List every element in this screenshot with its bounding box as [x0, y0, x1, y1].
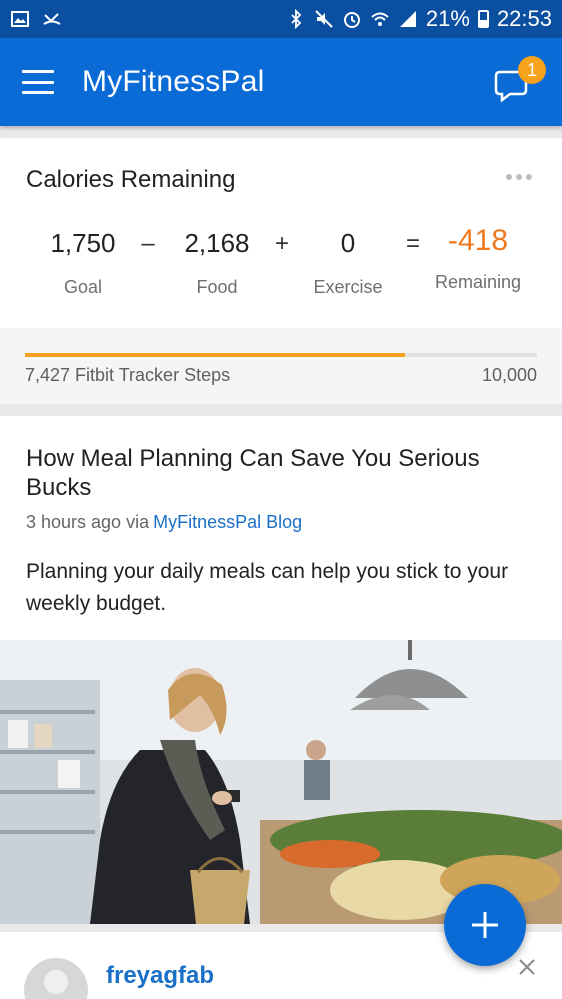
alarm-icon	[342, 9, 362, 29]
mute-icon	[314, 9, 334, 29]
remaining-column: -418 Remaining	[423, 224, 533, 293]
article-time: 3 hours ago via	[26, 512, 150, 532]
calories-equation: 1,750 Goal – 2,168 Food + 0 Exercise = -…	[0, 224, 562, 308]
notification-badge: 1	[518, 56, 546, 84]
battery-percent: 21%	[425, 6, 470, 31]
minus-operator: –	[141, 230, 155, 257]
menu-icon[interactable]	[22, 70, 54, 94]
avatar[interactable]	[24, 958, 88, 999]
article-title[interactable]: How Meal Planning Can Save You Serious B…	[26, 444, 546, 502]
food-column: 2,168 Food	[162, 228, 272, 298]
missed-call-icon	[42, 9, 62, 29]
more-options-icon[interactable]	[506, 174, 532, 180]
steps-tracker[interactable]: 7,427 Fitbit Tracker Steps 10,000	[0, 328, 562, 404]
remaining-value: -418	[447, 224, 509, 257]
clock: 22:53	[496, 6, 552, 31]
exercise-column: 0 Exercise	[293, 228, 403, 298]
article-meta: 3 hours ago via MyFitnessPal Blog	[26, 512, 302, 533]
plus-icon	[472, 912, 498, 938]
status-bar: 21% 22:53	[0, 0, 562, 38]
app-bar: MyFitnessPal 1	[0, 38, 562, 126]
add-button[interactable]	[444, 884, 526, 966]
equals-operator: =	[405, 230, 420, 257]
exercise-label: Exercise	[313, 277, 383, 297]
exercise-value: 0	[340, 228, 356, 258]
notifications-button[interactable]: 1	[492, 56, 546, 106]
article-image[interactable]	[0, 640, 562, 924]
bluetooth-icon	[286, 9, 306, 29]
article-card[interactable]: How Meal Planning Can Save You Serious B…	[0, 416, 562, 924]
calories-card[interactable]: Calories Remaining 1,750 Goal – 2,168 Fo…	[0, 138, 562, 328]
close-icon[interactable]	[516, 956, 538, 978]
food-value: 2,168	[184, 228, 250, 258]
steps-label: 7,427 Fitbit Tracker Steps	[25, 365, 231, 385]
remaining-label: Remaining	[434, 272, 522, 292]
steps-progress-bar	[25, 353, 537, 357]
food-label: Food	[196, 277, 238, 297]
article-description: Planning your daily meals can help you s…	[26, 560, 509, 615]
plus-operator: +	[274, 230, 289, 257]
steps-goal: 10,000	[481, 365, 537, 385]
steps-progress-fill	[25, 353, 406, 357]
battery-icon	[477, 10, 489, 28]
wifi-icon	[370, 9, 390, 29]
gallery-icon	[10, 9, 30, 29]
signal-icon	[398, 9, 418, 29]
goal-column: 1,750 Goal	[28, 228, 138, 298]
goal-label: Goal	[63, 277, 103, 297]
article-source-link[interactable]: MyFitnessPal Blog	[153, 512, 302, 532]
post-username[interactable]: freyagfab	[106, 962, 214, 990]
goal-value: 1,750	[50, 228, 116, 258]
app-title: MyFitnessPal	[82, 65, 265, 98]
calories-title: Calories Remaining	[26, 166, 236, 193]
